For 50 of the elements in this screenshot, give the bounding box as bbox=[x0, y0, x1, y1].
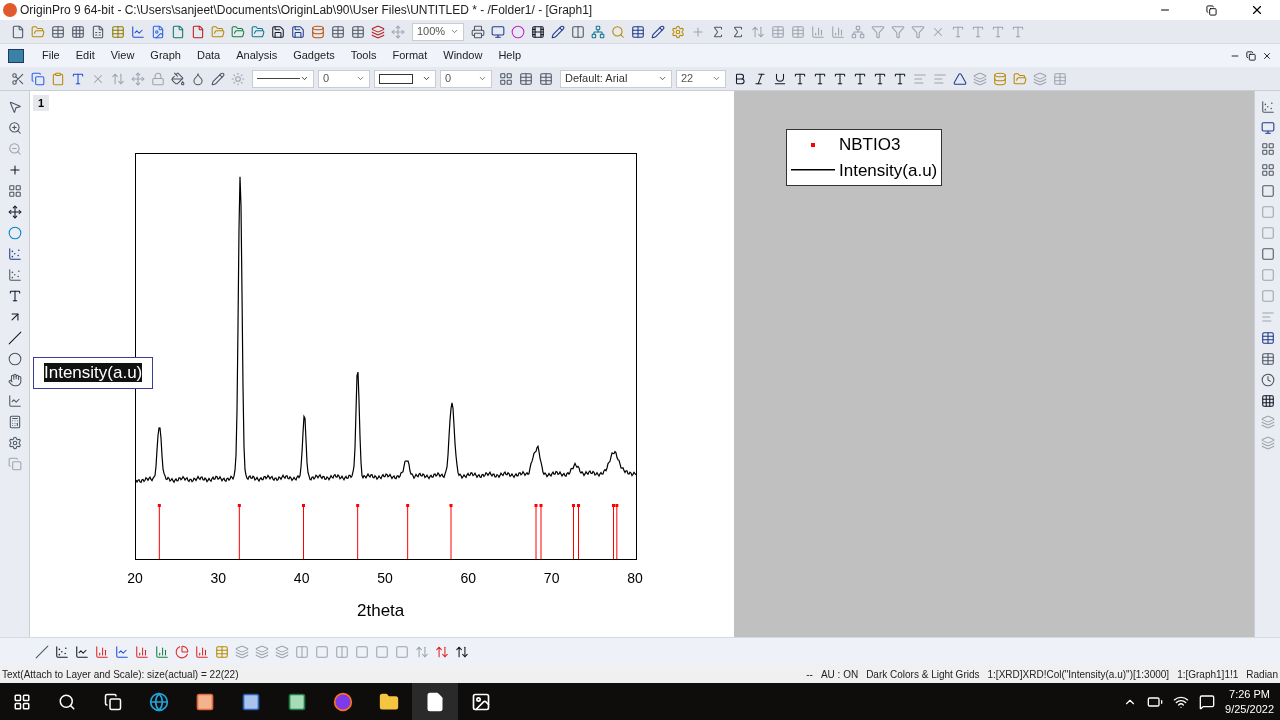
status-item: Dark Colors & Light Grids bbox=[866, 667, 980, 682]
legend-box[interactable]: NBTIO3 Intensity(a.u) bbox=[786, 129, 943, 186]
menu-item[interactable]: Edit bbox=[67, 47, 103, 64]
close-icon bbox=[1250, 3, 1264, 17]
menu-item[interactable]: Data bbox=[188, 47, 229, 64]
legend-label: NBTIO3 bbox=[839, 134, 901, 156]
menu-item[interactable]: Analysis bbox=[228, 47, 286, 64]
zoom-dropdown[interactable]: 100% bbox=[412, 22, 464, 41]
menu-item[interactable]: Help bbox=[490, 47, 530, 64]
border-style-dropdown[interactable] bbox=[374, 69, 436, 88]
line-style-dropdown[interactable] bbox=[252, 69, 314, 88]
x-tick-label: 70 bbox=[543, 569, 560, 588]
menu-item[interactable]: View bbox=[102, 47, 143, 64]
rectangle-icon bbox=[379, 73, 413, 84]
legend-label: Intensity(a.u) bbox=[839, 159, 938, 182]
x-tick-label: 40 bbox=[293, 569, 310, 588]
font-dropdown[interactable]: Default: Arial bbox=[560, 69, 672, 88]
border-width-dropdown[interactable]: 0 bbox=[440, 69, 492, 88]
x-tick-label: 60 bbox=[460, 569, 477, 588]
restore-icon[interactable] bbox=[1246, 50, 1256, 61]
window-title: OriginPro 9 64-bit - C:\Users\sanjeet\Documents\OriginLab\90\User Files\UNTITLED * - /Folder1/ - [Graph1] bbox=[20, 2, 593, 19]
font-size-dropdown[interactable]: 22 bbox=[676, 69, 726, 88]
file-icon[interactable] bbox=[412, 683, 458, 720]
status-item: 1:[Graph1]1!1 bbox=[1177, 667, 1239, 682]
x-tick-label: 20 bbox=[127, 569, 143, 588]
menu-item[interactable]: Format bbox=[384, 47, 436, 64]
x-tick-label: 50 bbox=[377, 569, 393, 588]
clock[interactable]: 7:26 PM 9/25/2022 bbox=[1225, 686, 1274, 717]
menu-item[interactable]: Gadgets bbox=[285, 47, 343, 64]
notification-icon[interactable] bbox=[1199, 693, 1216, 710]
x-axis-title: 2theta bbox=[357, 600, 405, 622]
app-logo-icon bbox=[3, 3, 17, 17]
restore-icon bbox=[1205, 4, 1217, 16]
x-tick-label: 30 bbox=[210, 569, 227, 588]
menu-item[interactable]: Window bbox=[435, 47, 491, 64]
close-icon[interactable] bbox=[1262, 50, 1272, 61]
x-tick-label: 80 bbox=[627, 569, 643, 588]
status-item: Radian bbox=[1246, 667, 1278, 682]
line-width-dropdown[interactable]: 0 bbox=[318, 69, 370, 88]
line-sample-icon bbox=[257, 77, 301, 80]
status-item: AU : ON bbox=[820, 667, 859, 682]
menu-item[interactable]: Tools bbox=[342, 47, 385, 64]
status-message: Text(Attach to Layer and Scale): size(actual) = 22(22) bbox=[2, 667, 239, 682]
status-item: -- bbox=[806, 667, 813, 682]
menu-item[interactable]: File bbox=[34, 47, 68, 64]
graph-window-icon[interactable] bbox=[8, 48, 24, 63]
layer-tab[interactable]: 1 bbox=[33, 95, 49, 111]
menu-item[interactable]: Graph bbox=[142, 47, 189, 64]
status-item: 1:[XRD]XRD!Col("Intensity(a.u)")[1:3000] bbox=[987, 667, 1170, 682]
y-axis-title[interactable]: Intensity(a.u) bbox=[33, 357, 154, 389]
